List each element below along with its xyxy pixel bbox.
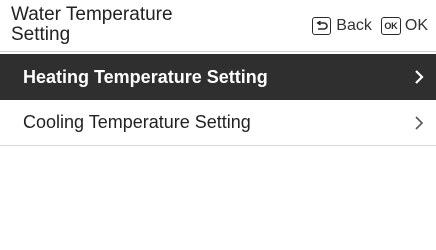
ok-label[interactable]: OK — [405, 17, 428, 35]
back-label[interactable]: Back — [336, 17, 372, 35]
page-title-line2: Setting — [11, 24, 71, 45]
back-key-icon[interactable] — [312, 17, 332, 35]
header-controls: Back OK OK — [312, 15, 428, 37]
page-title-line1: Water Temperature — [11, 4, 173, 25]
menu-item-cooling-temperature-setting[interactable]: Cooling Temperature Setting — [0, 100, 436, 146]
back-arrow-glyph — [316, 21, 328, 30]
ok-key-icon[interactable]: OK — [380, 17, 401, 35]
page-title: Water Temperature Setting — [11, 5, 241, 45]
header-bar: Water Temperature Setting Back OK OK — [0, 0, 436, 52]
chevron-right-icon — [415, 116, 424, 130]
menu-item-label: Heating Temperature Setting — [23, 66, 268, 87]
menu-item-heating-temperature-setting[interactable]: Heating Temperature Setting — [0, 54, 436, 100]
chevron-right-icon — [415, 70, 424, 84]
menu-item-label: Cooling Temperature Setting — [23, 112, 251, 132]
